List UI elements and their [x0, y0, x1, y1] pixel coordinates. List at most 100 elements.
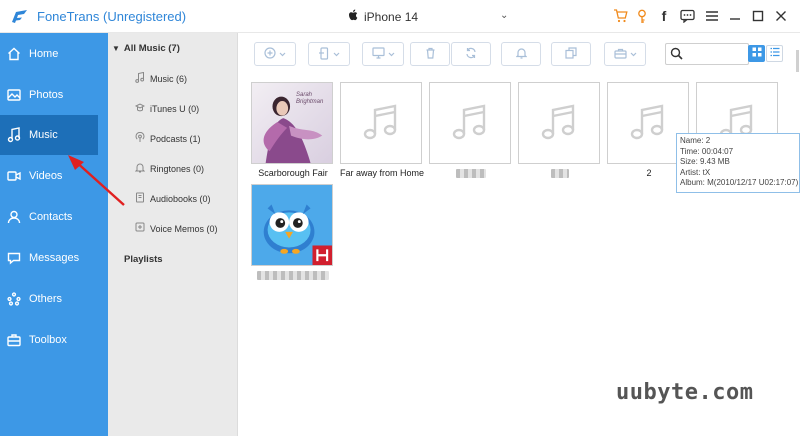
toolbox-icon [7, 332, 21, 348]
app-title: FoneTrans (Unregistered) [37, 9, 187, 24]
track-tile[interactable]: Sarah Brightman Scarborough Fair [251, 82, 335, 180]
caret-down-icon: ▼ [112, 44, 120, 53]
owl-app-cover [251, 184, 333, 266]
ringtone-button[interactable] [501, 42, 541, 66]
minimize-icon[interactable] [727, 8, 743, 24]
category-label: Audiobooks (0) [150, 193, 211, 204]
category-label: Podcasts (1) [150, 133, 201, 144]
delete-button[interactable] [410, 42, 450, 66]
close-icon[interactable] [773, 8, 789, 24]
nav-item-toolbox[interactable]: Toolbox [0, 320, 108, 360]
blurred-title [518, 168, 602, 180]
trash-icon [425, 47, 436, 61]
menu-icon[interactable] [704, 8, 720, 24]
category-item-music[interactable]: Music (6) [135, 71, 188, 85]
category-label: Ringtones (0) [150, 163, 205, 174]
nav-item-others[interactable]: Others [0, 279, 108, 319]
album-cover: Sarah Brightman [251, 82, 333, 164]
category-item-ringtones[interactable]: Ringtones (0) [134, 162, 205, 175]
key-icon[interactable] [634, 8, 650, 24]
grid-view-icon [752, 47, 762, 60]
cart-icon[interactable] [612, 8, 628, 24]
copy-icon [565, 47, 577, 61]
dropdown-chevron-icon [630, 49, 637, 59]
facebook-icon[interactable]: f [656, 8, 672, 24]
nav-item-messages[interactable]: Messages [0, 238, 108, 278]
nav-item-home[interactable]: Home [0, 34, 108, 74]
nav-label: Music [29, 129, 58, 141]
track-info-tooltip: Name: 2 Time: 00:04:07 Size: 9.43 MB Art… [676, 133, 800, 193]
blurred-title [429, 168, 513, 180]
music-note-icon [135, 71, 145, 85]
all-music-header[interactable]: ▼ All Music (7) [112, 43, 180, 54]
toolbox-button[interactable] [604, 42, 646, 66]
category-item-podcasts[interactable]: Podcasts (1) [135, 131, 201, 145]
tooltip-name: Name: 2 [680, 136, 711, 145]
category-item-itunes-u[interactable]: iTunes U (0) [134, 102, 200, 115]
add-icon [264, 47, 276, 61]
copy-button[interactable] [551, 42, 591, 66]
music-icon [7, 127, 21, 143]
music-placeholder-icon [518, 82, 600, 164]
audiobook-icon [135, 192, 145, 205]
track-tile[interactable] [251, 184, 335, 282]
phone-export-icon [318, 46, 330, 62]
maximize-icon[interactable] [750, 8, 766, 24]
list-view-button[interactable] [766, 45, 783, 62]
contacts-icon [7, 209, 21, 225]
music-placeholder-icon [340, 82, 422, 164]
album-art-text: Sarah Brightman [296, 92, 324, 105]
photos-icon [7, 87, 21, 103]
tooltip-time: Time: 00:04:07 [680, 146, 734, 156]
device-selector[interactable]: iPhone 14 [348, 9, 418, 24]
search-icon [670, 47, 683, 63]
track-title: Far away from Home [340, 168, 424, 178]
device-name: iPhone 14 [364, 9, 419, 24]
sync-button[interactable] [451, 42, 491, 66]
refresh-icon [465, 47, 477, 61]
nav-label: Photos [29, 89, 64, 101]
export-to-pc-button[interactable] [362, 42, 404, 66]
category-label: Voice Memos (0) [150, 223, 218, 234]
search-input[interactable] [686, 46, 746, 62]
track-tile[interactable] [429, 82, 513, 180]
nav-label: Messages [29, 252, 80, 264]
chevron-down-icon[interactable]: ⌄ [500, 10, 508, 21]
add-button[interactable] [254, 42, 296, 66]
dropdown-chevron-icon [333, 49, 340, 59]
track-tile[interactable] [518, 82, 602, 180]
nav-item-photos[interactable]: Photos [0, 75, 108, 115]
tooltip-artist: Artist: tX [680, 167, 711, 177]
list-view-icon [770, 47, 780, 60]
fonetrans-logo-icon [10, 8, 28, 24]
category-item-audiobooks[interactable]: Audiobooks (0) [135, 192, 211, 205]
all-music-label: All Music (7) [123, 43, 180, 54]
export-to-device-button[interactable] [308, 42, 350, 66]
category-label: Music (6) [150, 73, 188, 84]
playlists-header[interactable]: Playlists [124, 254, 163, 265]
briefcase-icon [613, 48, 627, 61]
dropdown-chevron-icon [388, 49, 395, 59]
grid-view-button[interactable] [748, 45, 765, 62]
nav-item-music[interactable]: Music [0, 115, 98, 155]
toolbar [238, 33, 800, 73]
scrollbar[interactable] [796, 50, 799, 72]
category-label: iTunes U (0) [150, 103, 200, 114]
others-icon [7, 291, 21, 307]
track-tile[interactable]: Far away from Home [340, 82, 424, 180]
voice-memo-icon [135, 222, 145, 235]
feedback-icon[interactable] [679, 8, 695, 24]
messages-icon [7, 250, 21, 266]
left-nav: Home Photos Music Videos Contacts Messag… [0, 33, 108, 436]
videos-icon [7, 168, 21, 184]
blurred-title [251, 270, 335, 282]
dropdown-chevron-icon [279, 49, 286, 59]
category-item-voice-memos[interactable]: Voice Memos (0) [135, 222, 218, 235]
nav-label: Toolbox [29, 334, 67, 346]
search-box [665, 43, 749, 65]
computer-export-icon [371, 47, 385, 61]
watermark: uubyte.com [616, 380, 754, 405]
category-panel: ▼ All Music (7) Music (6) iTunes U (0) P… [108, 33, 238, 436]
nav-label: Home [29, 48, 59, 60]
bell-icon [515, 47, 527, 61]
